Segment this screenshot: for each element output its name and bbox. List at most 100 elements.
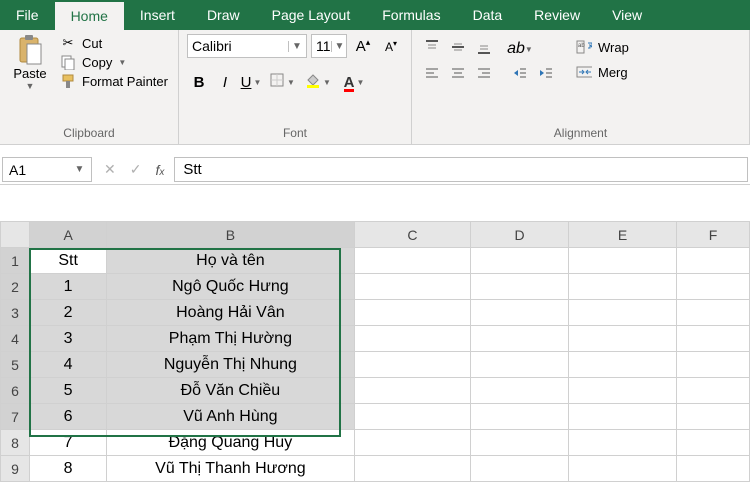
tab-draw[interactable]: Draw bbox=[191, 0, 256, 30]
decrease-font-button[interactable]: A▾ bbox=[379, 34, 403, 58]
tab-file[interactable]: File bbox=[0, 0, 55, 30]
cell[interactable] bbox=[471, 404, 569, 430]
cell[interactable] bbox=[354, 274, 471, 300]
col-header-A[interactable]: A bbox=[30, 222, 107, 248]
bold-button[interactable]: B bbox=[187, 70, 211, 94]
cell[interactable] bbox=[568, 248, 676, 274]
cell[interactable]: 3 bbox=[30, 326, 107, 352]
col-header-B[interactable]: B bbox=[107, 222, 355, 248]
cell[interactable]: 6 bbox=[30, 404, 107, 430]
cell[interactable]: 1 bbox=[30, 274, 107, 300]
cell[interactable] bbox=[354, 248, 471, 274]
cell[interactable] bbox=[354, 404, 471, 430]
col-header-D[interactable]: D bbox=[471, 222, 569, 248]
cell[interactable] bbox=[354, 378, 471, 404]
cell[interactable]: Đỗ Văn Chiều bbox=[107, 378, 355, 404]
cell[interactable]: Nguyễn Thị Nhung bbox=[107, 352, 355, 378]
align-top-button[interactable] bbox=[420, 38, 444, 60]
row-header[interactable]: 7 bbox=[1, 404, 30, 430]
cell[interactable] bbox=[568, 326, 676, 352]
cell[interactable] bbox=[677, 274, 750, 300]
font-name-combo[interactable]: Calibri ▼ bbox=[187, 34, 307, 58]
formula-input[interactable]: Stt bbox=[174, 157, 748, 182]
merge-button[interactable]: Merg bbox=[574, 63, 631, 81]
col-header-C[interactable]: C bbox=[354, 222, 471, 248]
cell[interactable]: Họ và tên bbox=[107, 248, 355, 274]
cell[interactable] bbox=[677, 326, 750, 352]
cell[interactable] bbox=[354, 326, 471, 352]
tab-home[interactable]: Home bbox=[55, 0, 124, 30]
select-all-corner[interactable] bbox=[1, 222, 30, 248]
fx-icon[interactable]: fx bbox=[155, 162, 164, 178]
cell[interactable] bbox=[568, 456, 676, 482]
cell[interactable]: Vũ Thị Thanh Hương bbox=[107, 456, 355, 482]
cell[interactable] bbox=[354, 430, 471, 456]
tab-insert[interactable]: Insert bbox=[124, 0, 191, 30]
tab-review[interactable]: Review bbox=[518, 0, 596, 30]
tab-view[interactable]: View bbox=[596, 0, 658, 30]
increase-font-button[interactable]: A▴ bbox=[351, 34, 375, 58]
cell[interactable] bbox=[677, 352, 750, 378]
cell[interactable] bbox=[471, 274, 569, 300]
cell[interactable] bbox=[354, 456, 471, 482]
row-header[interactable]: 6 bbox=[1, 378, 30, 404]
cell[interactable] bbox=[677, 248, 750, 274]
cell[interactable]: 4 bbox=[30, 352, 107, 378]
align-bottom-button[interactable] bbox=[472, 38, 496, 60]
cell[interactable]: Hoàng Hải Vân bbox=[107, 300, 355, 326]
tab-page-layout[interactable]: Page Layout bbox=[256, 0, 367, 30]
borders-button[interactable]: ▼ bbox=[265, 70, 299, 94]
row-header[interactable]: 2 bbox=[1, 274, 30, 300]
enter-formula-icon[interactable]: ✓ bbox=[130, 161, 142, 178]
cell[interactable] bbox=[471, 430, 569, 456]
cell[interactable] bbox=[677, 430, 750, 456]
cell[interactable] bbox=[568, 300, 676, 326]
font-color-button[interactable]: A ▼ bbox=[337, 70, 371, 94]
orientation-button[interactable]: ab▼ bbox=[508, 38, 532, 60]
align-right-button[interactable] bbox=[472, 64, 496, 86]
cell[interactable] bbox=[568, 404, 676, 430]
align-left-button[interactable] bbox=[420, 64, 444, 86]
increase-indent-button[interactable] bbox=[534, 64, 558, 86]
cell[interactable]: Đặng Quang Huy bbox=[107, 430, 355, 456]
cell[interactable] bbox=[677, 404, 750, 430]
cell[interactable] bbox=[568, 430, 676, 456]
cell[interactable]: 2 bbox=[30, 300, 107, 326]
cell[interactable] bbox=[471, 456, 569, 482]
cancel-formula-icon[interactable]: ✕ bbox=[104, 161, 116, 178]
paste-button[interactable]: Paste ▼ bbox=[8, 34, 52, 91]
align-center-button[interactable] bbox=[446, 64, 470, 86]
italic-button[interactable]: I bbox=[213, 70, 237, 94]
copy-button[interactable]: Copy ▼ bbox=[58, 53, 170, 71]
wrap-text-button[interactable]: ab Wrap bbox=[574, 38, 631, 56]
cut-button[interactable]: ✂ Cut bbox=[58, 34, 170, 52]
cell[interactable] bbox=[677, 300, 750, 326]
row-header[interactable]: 4 bbox=[1, 326, 30, 352]
cell[interactable] bbox=[677, 456, 750, 482]
cell[interactable]: 8 bbox=[30, 456, 107, 482]
underline-button[interactable]: U▼ bbox=[239, 70, 263, 94]
cell[interactable] bbox=[471, 378, 569, 404]
cell[interactable] bbox=[354, 300, 471, 326]
cell[interactable]: Ngô Quốc Hưng bbox=[107, 274, 355, 300]
fill-color-button[interactable]: ▼ bbox=[301, 70, 335, 94]
cell[interactable] bbox=[568, 352, 676, 378]
spreadsheet-grid[interactable]: A B C D E F 1SttHọ và tên 21Ngô Quốc Hưn… bbox=[0, 221, 750, 482]
cell[interactable] bbox=[471, 326, 569, 352]
cell[interactable] bbox=[677, 378, 750, 404]
cell[interactable] bbox=[471, 352, 569, 378]
tab-data[interactable]: Data bbox=[457, 0, 519, 30]
row-header[interactable]: 5 bbox=[1, 352, 30, 378]
align-middle-button[interactable] bbox=[446, 38, 470, 60]
cell[interactable] bbox=[568, 378, 676, 404]
tab-formulas[interactable]: Formulas bbox=[366, 0, 456, 30]
row-header[interactable]: 3 bbox=[1, 300, 30, 326]
cell[interactable]: 7 bbox=[30, 430, 107, 456]
cell[interactable]: Phạm Thị Hường bbox=[107, 326, 355, 352]
cell[interactable] bbox=[471, 300, 569, 326]
row-header[interactable]: 9 bbox=[1, 456, 30, 482]
cell[interactable] bbox=[568, 274, 676, 300]
cell[interactable] bbox=[354, 352, 471, 378]
cell[interactable] bbox=[471, 248, 569, 274]
font-size-combo[interactable]: 11 ▼ bbox=[311, 34, 347, 58]
